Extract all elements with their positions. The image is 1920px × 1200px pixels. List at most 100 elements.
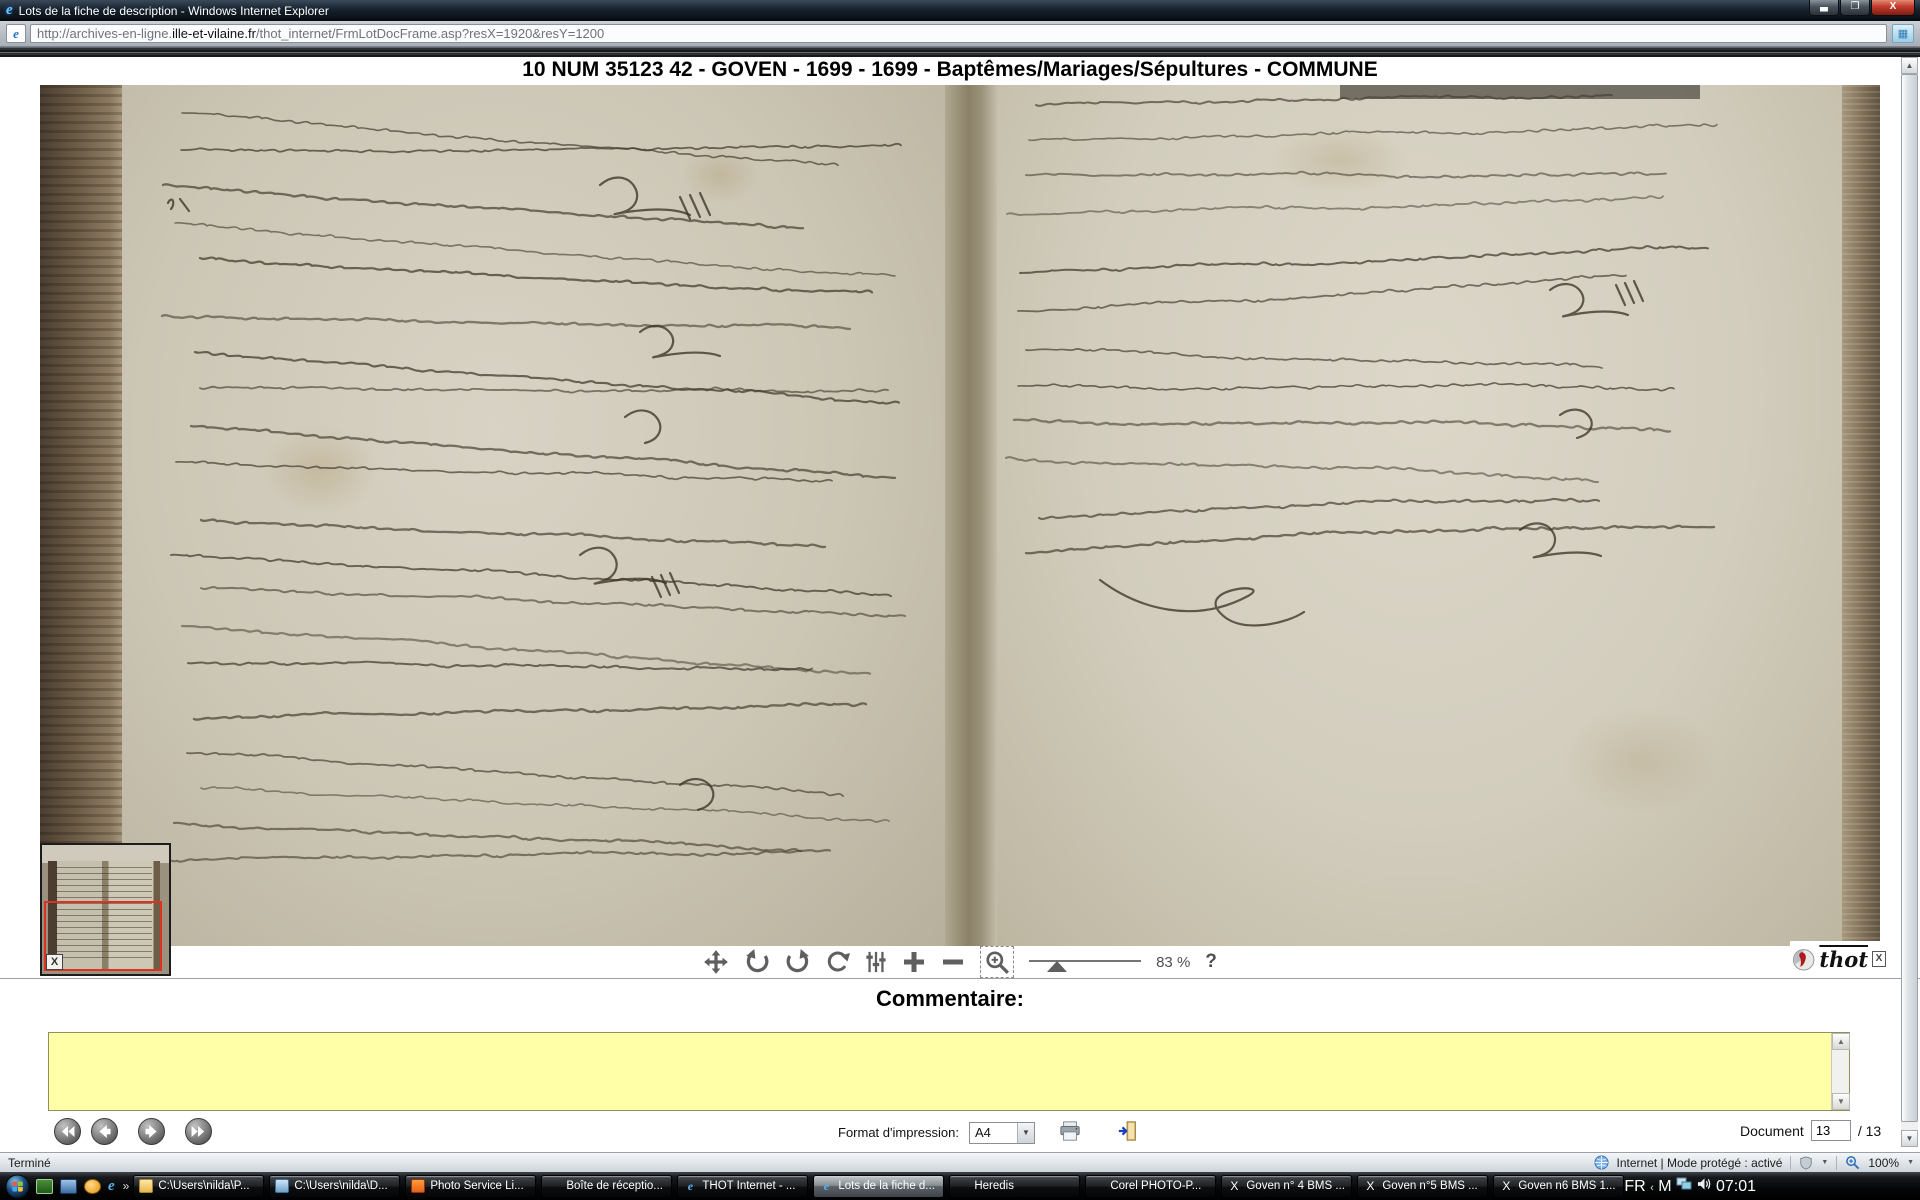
comment-label: Commentaire:	[0, 986, 1900, 1012]
scrollbar-thumb[interactable]	[1901, 74, 1918, 1122]
ie-icon: e	[683, 1179, 697, 1193]
network-tray-icon[interactable]	[1676, 1177, 1692, 1191]
manuscript-handwriting	[40, 85, 1880, 946]
comment-section: ▲ ▼	[48, 1032, 1850, 1111]
minimize-button[interactable]: ▃	[1809, 0, 1839, 16]
thot-logo-text: thot	[1819, 947, 1868, 972]
mcafee-tray-icon[interactable]: M	[1658, 1178, 1671, 1195]
viewer-close-button[interactable]: X	[1872, 951, 1886, 967]
help-button[interactable]: ?	[1205, 951, 1217, 973]
scroll-up-icon[interactable]: ▲	[1832, 1033, 1850, 1050]
taskbar-item[interactable]: eTHOT Internet - ...	[677, 1175, 808, 1198]
taskbar-item[interactable]: C:\Users\nilda\D...	[269, 1175, 400, 1198]
ie-icon: e	[819, 1179, 833, 1193]
zoom-level-value: 83 %	[1156, 954, 1190, 971]
status-text: Terminé	[0, 1156, 1594, 1170]
restore-button[interactable]: ❐	[1840, 0, 1870, 16]
thumbnail-navigator[interactable]: X	[40, 843, 171, 976]
thot-logo: thot X	[1790, 941, 1886, 977]
window-titlebar[interactable]: e Lots de la fiche de description - Wind…	[0, 0, 1920, 21]
viewer-toolbar: 83 % ?	[40, 946, 1880, 978]
taskbar-item[interactable]: Heredis	[949, 1175, 1080, 1198]
print-button[interactable]	[1059, 1120, 1081, 1145]
taskbar-item[interactable]: Boîte de réceptio...	[541, 1175, 672, 1198]
quicklaunch-overflow-icon[interactable]: »	[123, 1179, 130, 1193]
taskbar-item[interactable]: XGoven n°5 BMS ...	[1357, 1175, 1488, 1198]
chevron-down-icon[interactable]: ▼	[1907, 1159, 1914, 1166]
zoom-slider-track[interactable]	[1029, 960, 1141, 962]
page-scrollbar[interactable]: ▲ ▼	[1901, 57, 1918, 1147]
scroll-down-icon[interactable]: ▼	[1832, 1093, 1850, 1110]
zoom-slider[interactable]	[1029, 952, 1141, 972]
language-indicator[interactable]: FR	[1624, 1178, 1645, 1195]
print-format-label: Format d'impression:	[838, 1125, 959, 1140]
ie-quicklaunch-icon[interactable]: e	[108, 1178, 115, 1195]
clock[interactable]: 07:01	[1716, 1178, 1756, 1195]
heredis-icon	[955, 1179, 969, 1193]
scroll-up-icon[interactable]: ▲	[1901, 57, 1918, 74]
status-bar: Terminé Internet | Mode protégé : activé…	[0, 1152, 1920, 1172]
window-switcher-icon[interactable]	[60, 1179, 77, 1194]
url-prefix: http://archives-en-ligne.	[37, 26, 172, 41]
manuscript-viewer[interactable]	[40, 85, 1880, 946]
security-zone-text: Internet | Mode protégé : activé	[1617, 1156, 1783, 1170]
volume-tray-icon[interactable]	[1697, 1177, 1712, 1191]
levels-adjust-icon[interactable]	[865, 950, 887, 974]
document-total: / 13	[1858, 1123, 1881, 1139]
url-path: /thot_internet/FrmLotDocFrame.asp?resX=1…	[256, 26, 604, 41]
comment-textarea[interactable]	[48, 1032, 1850, 1111]
url-input[interactable]: http://archives-en-ligne.ille-et-vilaine…	[30, 24, 1887, 43]
reset-rotation-icon[interactable]	[826, 950, 850, 974]
close-button[interactable]: X	[1871, 0, 1915, 16]
system-tray: FR ‹ M 07:01	[1624, 1177, 1756, 1196]
document-number-input[interactable]	[1811, 1120, 1851, 1141]
separator-line	[0, 978, 1920, 979]
taskbar-item[interactable]: XGoven n6 BMS 1...	[1493, 1175, 1624, 1198]
last-document-button[interactable]	[185, 1118, 212, 1145]
excel-icon: X	[1363, 1179, 1377, 1193]
rotate-left-icon[interactable]	[744, 949, 770, 975]
outlook-quicklaunch-icon[interactable]	[84, 1179, 101, 1194]
print-format-value: A4	[970, 1125, 1017, 1140]
excel-icon: X	[1227, 1179, 1241, 1193]
first-document-button[interactable]	[54, 1118, 81, 1145]
window-title: Lots de la fiche de description - Window…	[19, 4, 329, 18]
next-document-button[interactable]	[138, 1118, 165, 1145]
chevron-down-icon[interactable]: ▼	[1017, 1123, 1034, 1143]
zoom-slider-thumb[interactable]	[1047, 961, 1067, 972]
internet-zone-icon	[1594, 1155, 1609, 1170]
taskbar: e » C:\Users\nilda\P... C:\Users\nilda\D…	[0, 1172, 1920, 1200]
show-desktop-icon[interactable]	[36, 1179, 53, 1194]
zoom-out-icon[interactable]	[941, 950, 965, 974]
zoom-in-icon[interactable]	[902, 950, 926, 974]
divider	[1790, 1156, 1791, 1170]
protected-mode-icon	[1799, 1156, 1813, 1170]
taskbar-item-active[interactable]: eLots de la fiche d...	[813, 1175, 944, 1198]
excel-icon: X	[1499, 1179, 1513, 1193]
print-format-select[interactable]: A4 ▼	[969, 1122, 1035, 1144]
exit-button[interactable]	[1117, 1120, 1139, 1145]
url-domain: ille-et-vilaine.fr	[172, 26, 256, 41]
chevron-down-icon[interactable]: ▼	[1821, 1159, 1828, 1166]
taskbar-item[interactable]: C:\Users\nilda\P...	[133, 1175, 264, 1198]
comment-scrollbar[interactable]: ▲ ▼	[1831, 1033, 1849, 1110]
compatibility-view-icon[interactable]: ▦	[1892, 24, 1914, 43]
corel-icon	[1091, 1179, 1105, 1193]
thumbnail-close-button[interactable]: X	[46, 954, 63, 970]
pan-icon[interactable]	[703, 949, 729, 975]
rotate-right-icon[interactable]	[785, 949, 811, 975]
page-favicon-icon: e	[6, 24, 26, 43]
magnifier-tool-icon[interactable]	[980, 946, 1014, 978]
divider	[1836, 1156, 1837, 1170]
address-bar: e http://archives-en-ligne.ille-et-vilai…	[0, 21, 1920, 47]
outlook-icon	[547, 1179, 561, 1193]
taskbar-item[interactable]: XGoven n° 4 BMS ...	[1221, 1175, 1352, 1198]
thot-logo-icon	[1790, 943, 1817, 975]
taskbar-item[interactable]: Corel PHOTO-P...	[1085, 1175, 1216, 1198]
page-zoom-value[interactable]: 100%	[1868, 1156, 1899, 1170]
start-button[interactable]	[5, 1174, 30, 1199]
photo-service-icon	[411, 1179, 425, 1193]
taskbar-item[interactable]: Photo Service Li...	[405, 1175, 536, 1198]
previous-document-button[interactable]	[91, 1118, 118, 1145]
tray-expand-icon[interactable]: ‹	[1650, 1182, 1654, 1194]
